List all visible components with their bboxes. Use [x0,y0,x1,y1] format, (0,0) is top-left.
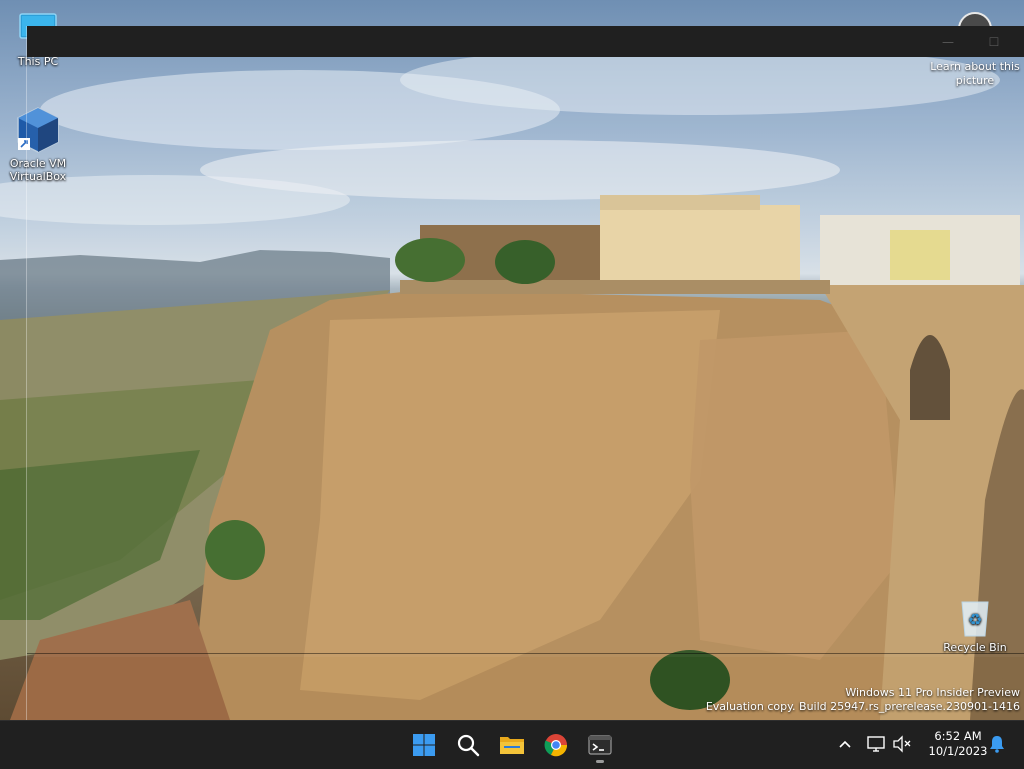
show-hidden-icons-button[interactable] [834,733,856,755]
terminal-button[interactable] [580,725,620,765]
terminal-icon [588,735,612,755]
search-button[interactable] [448,725,488,765]
chrome-icon [544,734,568,757]
window-titlebar[interactable]: — ☐ [27,26,1024,57]
chevron-up-icon [839,737,851,752]
search-icon [457,734,480,757]
blank-app-window[interactable]: — ☐ [26,26,1024,720]
window-content [27,57,1024,657]
network-icon [867,736,885,752]
bell-icon [990,736,1004,753]
minimize-button[interactable]: — [925,26,971,57]
window-bottom-edge [27,653,1024,654]
watermark-edition: Windows 11 Pro Insider Preview [845,686,1020,699]
start-button[interactable] [404,725,444,765]
windows-logo-icon [413,734,435,756]
windows-watermark: Windows 11 Pro Insider Preview Evaluatio… [706,686,1020,714]
chrome-button[interactable] [536,725,576,765]
watermark-build: Evaluation copy. Build 25947.rs_prerelea… [705,700,1020,713]
minimize-icon: — [942,34,954,49]
network-button[interactable] [866,733,888,755]
file-explorer-button[interactable] [492,725,532,765]
maximize-icon: ☐ [988,34,1000,49]
notifications-button[interactable] [986,733,1008,755]
maximize-button[interactable]: ☐ [971,26,1017,57]
folder-icon [500,737,524,754]
running-indicator [596,760,604,763]
taskbar: 6:52 AM 10/1/2023 [0,720,1024,769]
speaker-muted-icon [893,735,911,753]
volume-button[interactable] [891,733,913,755]
